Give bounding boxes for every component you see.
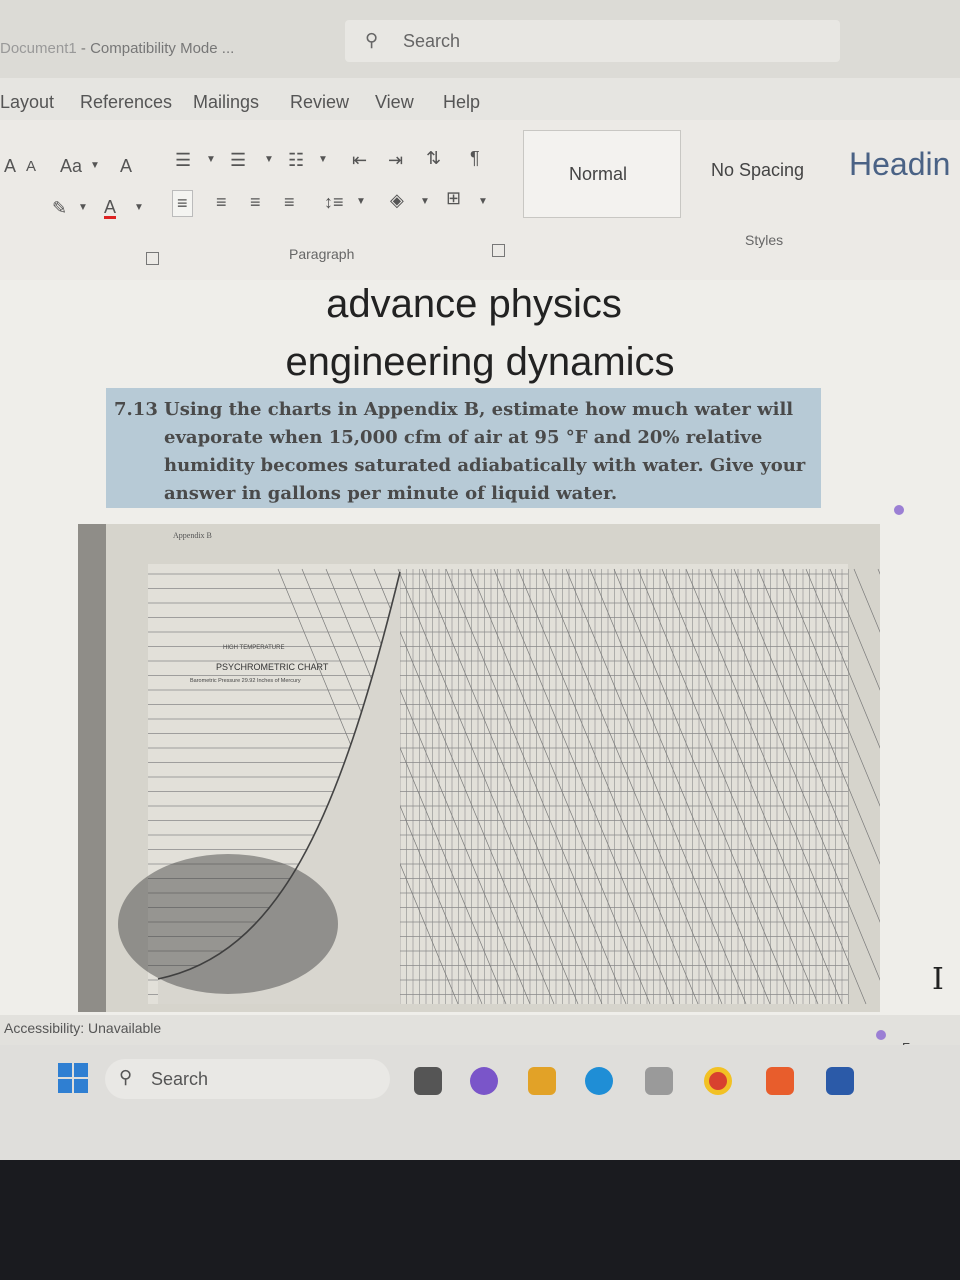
chart-title-small: HIGH TEMPERATURE xyxy=(223,645,284,651)
screen: Document1 - Compatibility Mode ... ⚲ Sea… xyxy=(0,0,960,1160)
windows-start-icon[interactable] xyxy=(58,1063,88,1093)
taskbar-search[interactable]: ⚲ Search xyxy=(105,1059,390,1099)
chevron-down-icon[interactable]: ▼ xyxy=(78,202,88,213)
accessibility-status[interactable]: Accessibility: Unavailable xyxy=(4,1020,161,1036)
title-suffix: ... xyxy=(221,40,235,57)
ribbon-tabs: Layout References Mailings Review View H… xyxy=(0,78,960,120)
chevron-down-icon[interactable]: ▼ xyxy=(478,196,488,207)
taskbar: ⚲ Search xyxy=(0,1045,960,1160)
multilevel-list-icon[interactable]: ☷ xyxy=(288,150,304,171)
chart-header: Appendix B xyxy=(173,531,212,540)
style-heading[interactable]: Headin xyxy=(849,146,950,183)
chart-subtitle: Barometric Pressure 29.92 Inches of Merc… xyxy=(190,678,301,684)
chevron-down-icon[interactable]: ▼ xyxy=(420,196,430,207)
tab-mailings[interactable]: Mailings xyxy=(193,92,259,113)
numbering-icon[interactable]: ☰ xyxy=(230,150,246,171)
chrome-icon[interactable] xyxy=(704,1067,732,1095)
search-placeholder: Search xyxy=(403,31,461,51)
align-left-icon[interactable]: ≡ xyxy=(172,190,193,217)
chevron-down-icon[interactable]: ▼ xyxy=(90,160,100,171)
status-bar: Accessibility: Unavailable xyxy=(0,1015,960,1045)
problem-number: 7.13 xyxy=(114,399,158,420)
paragraph-group-label: Paragraph xyxy=(289,246,355,262)
style-normal-label: Normal xyxy=(569,164,628,184)
tab-references[interactable]: References xyxy=(80,92,172,113)
font-dialog-launcher-icon[interactable] xyxy=(146,252,159,265)
ribbon-home: A A Aa ▼ A ✎ ▼ A ▼ ☰ ▼ ☰ ▼ ☷ ▼ ⇤ ⇥ ⇅ ¶ ≡… xyxy=(0,120,960,280)
problem-line-3: humidity becomes saturated adiabatically… xyxy=(164,455,806,476)
task-view-icon[interactable] xyxy=(414,1067,442,1095)
word-icon[interactable] xyxy=(826,1067,854,1095)
tab-view[interactable]: View xyxy=(375,92,414,113)
grow-font-button[interactable]: A xyxy=(4,156,16,177)
search-icon: ⚲ xyxy=(365,30,379,50)
shading-icon[interactable]: ◈ xyxy=(390,190,404,211)
psychrometric-chart-image[interactable]: Appendix B HIGH TEMPERATURE PSYCHROMETRI… xyxy=(78,524,880,1012)
chevron-down-icon[interactable]: ▼ xyxy=(134,202,144,213)
image-selection-handle[interactable] xyxy=(894,505,904,515)
shrink-font-button[interactable]: A xyxy=(26,158,36,175)
search-icon: ⚲ xyxy=(119,1067,133,1087)
psychrometric-chart-graphic: Appendix B HIGH TEMPERATURE PSYCHROMETRI… xyxy=(78,524,880,1012)
document-title: Document1 - Compatibility Mode ... xyxy=(0,40,234,57)
style-no-spacing[interactable]: No Spacing xyxy=(711,160,804,181)
highlight-pen-icon[interactable]: ✎ xyxy=(52,198,67,219)
store-icon[interactable] xyxy=(645,1067,673,1095)
chevron-down-icon[interactable]: ▼ xyxy=(318,154,328,165)
title-bar: Document1 - Compatibility Mode ... ⚲ Sea… xyxy=(0,0,960,78)
edge-icon[interactable] xyxy=(585,1067,613,1095)
align-right-icon[interactable]: ≡ xyxy=(250,192,261,213)
image-selection-handle[interactable] xyxy=(876,1030,886,1040)
brave-icon[interactable] xyxy=(766,1067,794,1095)
problem-line-2: evaporate when 15,000 cfm of air at 95 °… xyxy=(164,427,763,448)
title-separator: - xyxy=(80,40,86,57)
show-marks-icon[interactable]: ¶ xyxy=(470,148,480,169)
chart-title: PSYCHROMETRIC CHART xyxy=(216,662,329,672)
increase-indent-icon[interactable]: ⇥ xyxy=(388,150,403,171)
clear-formatting-button[interactable]: A xyxy=(120,156,132,177)
font-color-button[interactable]: A xyxy=(104,198,117,219)
problem-line-1: Using the charts in Appendix B, estimate… xyxy=(164,399,794,420)
document-title-line-2: engineering dynamics xyxy=(285,340,675,384)
problem-text-block: 7.13 Using the charts in Appendix B, est… xyxy=(106,388,821,508)
taskbar-search-label: Search xyxy=(151,1069,209,1089)
compatibility-mode: Compatibility Mode xyxy=(90,40,218,57)
tab-review[interactable]: Review xyxy=(290,92,349,113)
chevron-down-icon[interactable]: ▼ xyxy=(356,196,366,207)
decrease-indent-icon[interactable]: ⇤ xyxy=(352,150,367,171)
chevron-down-icon[interactable]: ▼ xyxy=(206,154,216,165)
sort-icon[interactable]: ⇅ xyxy=(426,148,441,169)
paragraph-dialog-launcher-icon[interactable] xyxy=(492,244,505,257)
file-explorer-icon[interactable] xyxy=(528,1067,556,1095)
borders-icon[interactable]: ⊞ xyxy=(446,188,461,209)
styles-group-label: Styles xyxy=(745,232,784,248)
copilot-icon[interactable] xyxy=(470,1067,498,1095)
style-normal[interactable]: Normal xyxy=(523,130,681,218)
chevron-down-icon[interactable]: ▼ xyxy=(264,154,274,165)
problem-line-4: answer in gallons per minute of liquid w… xyxy=(164,483,618,504)
tab-help[interactable]: Help xyxy=(443,92,480,113)
line-spacing-icon[interactable]: ↕≡ xyxy=(324,192,344,213)
title-search-box[interactable]: ⚲ Search xyxy=(345,20,840,62)
align-center-icon[interactable]: ≡ xyxy=(216,192,227,213)
justify-icon[interactable]: ≡ xyxy=(284,192,295,213)
doc-name: Document1 xyxy=(0,40,77,57)
document-title-line-1: advance physics xyxy=(326,282,622,326)
bullets-icon[interactable]: ☰ xyxy=(175,150,191,171)
change-case-button[interactable]: Aa xyxy=(60,156,82,177)
text-cursor-icon: I xyxy=(932,962,944,997)
tab-layout[interactable]: Layout xyxy=(0,92,54,113)
